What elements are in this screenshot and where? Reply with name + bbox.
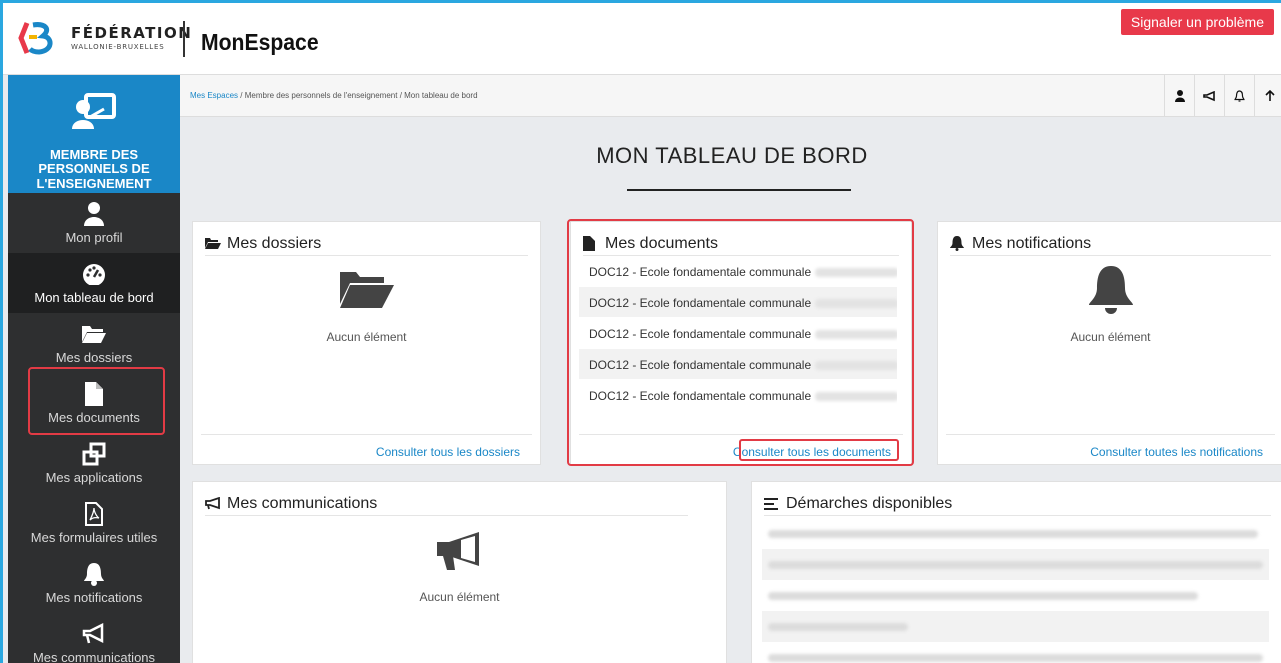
documents-link-highlight bbox=[739, 439, 899, 461]
app-window: FÉDÉRATION WALLONIE-BRUXELLES MonEspace … bbox=[0, 0, 1281, 663]
demarche-row[interactable] bbox=[762, 611, 1269, 642]
sidebar-item-tableau-de-bord[interactable]: Mon tableau de bord bbox=[8, 253, 180, 313]
applications-icon bbox=[82, 442, 106, 466]
title-underline bbox=[627, 189, 851, 191]
card-title: Démarches disponibles bbox=[786, 494, 953, 512]
sidebar-item-label: Mes communications bbox=[32, 650, 156, 663]
sidebar-item-applications[interactable]: Mes applications bbox=[8, 433, 180, 493]
empty-state-icon-wrap bbox=[193, 530, 726, 572]
bell-icon bbox=[1088, 266, 1133, 314]
card-footer-link[interactable]: Consulter toutes les notifications bbox=[946, 434, 1275, 464]
profile-button[interactable] bbox=[1164, 75, 1194, 117]
card-title: Mes communications bbox=[227, 494, 378, 512]
logo-line2: WALLONIE-BRUXELLES bbox=[71, 42, 165, 51]
list-icon bbox=[764, 497, 778, 510]
user-icon bbox=[84, 202, 104, 226]
card-header: Démarches disponibles bbox=[764, 492, 1271, 516]
megaphone-icon bbox=[82, 623, 104, 644]
page-title: MON TABLEAU DE BORD bbox=[596, 143, 868, 168]
sidebar-item-label: Mes notifications bbox=[45, 590, 143, 605]
logo-divider bbox=[183, 21, 185, 57]
blurred-text bbox=[768, 530, 1258, 538]
empty-state-text: Aucun élément bbox=[419, 590, 500, 604]
card-header: Mes notifications bbox=[950, 232, 1271, 256]
user-icon bbox=[1174, 90, 1185, 102]
teacher-board-icon bbox=[72, 93, 116, 129]
report-problem-button[interactable]: Signaler un problème bbox=[1120, 9, 1274, 35]
sidebar-item-label: Mes formulaires utiles bbox=[30, 530, 158, 545]
megaphone-icon bbox=[205, 497, 220, 510]
demarche-row[interactable] bbox=[762, 642, 1269, 663]
fwb-logo-icon bbox=[18, 22, 53, 55]
breadcrumb-bar: Mes Espaces / Membre des personnels de l… bbox=[180, 75, 1281, 117]
blurred-text bbox=[768, 592, 1198, 600]
sidebar-item-label: Mes dossiers bbox=[55, 350, 133, 365]
empty-state-text: Aucun élément bbox=[326, 330, 407, 344]
logo-line1: FÉDÉRATION bbox=[71, 23, 193, 42]
breadcrumb-item[interactable]: Membre des personnels de l'enseignement bbox=[245, 91, 398, 100]
breadcrumb-item: Mon tableau de bord bbox=[404, 91, 478, 100]
header: FÉDÉRATION WALLONIE-BRUXELLES MonEspace … bbox=[3, 3, 1281, 75]
app-title: MonEspace bbox=[201, 29, 319, 55]
top-icon-bar bbox=[1164, 75, 1281, 117]
sidebar-item-label: Mes applications bbox=[45, 470, 143, 485]
sidebar-role-label: MEMBRE DES PERSONNELS DE L'ENSEIGNEMENT bbox=[36, 147, 152, 191]
documents-card-highlight bbox=[567, 219, 914, 466]
communications-button[interactable] bbox=[1194, 75, 1224, 117]
card-title: Mes notifications bbox=[972, 234, 1092, 252]
card-mes-dossiers: Mes dossiers Aucun élément Consulter tou… bbox=[192, 221, 541, 465]
folder-open-icon bbox=[339, 272, 394, 308]
card-footer-link[interactable]: Consulter tous les dossiers bbox=[201, 434, 532, 464]
blurred-text bbox=[768, 561, 1263, 569]
card-header: Mes communications bbox=[205, 492, 688, 516]
card-header: Mes dossiers bbox=[205, 232, 528, 256]
megaphone-icon bbox=[436, 532, 479, 570]
card-title: Mes dossiers bbox=[227, 234, 322, 252]
demarche-row[interactable] bbox=[762, 518, 1269, 549]
demarche-row[interactable] bbox=[762, 549, 1269, 580]
sidebar-documents-highlight bbox=[28, 367, 165, 435]
bell-icon bbox=[950, 236, 964, 251]
megaphone-icon bbox=[1203, 90, 1215, 101]
breadcrumb: Mes Espaces / Membre des personnels de l… bbox=[190, 91, 478, 100]
blurred-text bbox=[768, 623, 908, 631]
notifications-button[interactable] bbox=[1224, 75, 1254, 117]
folder-open-icon bbox=[205, 238, 221, 249]
logo[interactable]: FÉDÉRATION WALLONIE-BRUXELLES bbox=[17, 21, 192, 55]
empty-state-icon-wrap bbox=[938, 264, 1281, 316]
empty-state-text: Aucun élément bbox=[1070, 330, 1151, 344]
pdf-icon bbox=[85, 502, 103, 526]
arrow-up-icon bbox=[1264, 90, 1275, 101]
sidebar-item-communications[interactable]: Mes communications bbox=[8, 613, 180, 663]
empty-state-icon-wrap bbox=[193, 270, 540, 310]
sidebar-item-notifications[interactable]: Mes notifications bbox=[8, 553, 180, 613]
sidebar-item-dossiers[interactable]: Mes dossiers bbox=[8, 313, 180, 373]
main-content: Mes Espaces / Membre des personnels de l… bbox=[180, 75, 1281, 663]
card-mes-notifications: Mes notifications Aucun élément Consulte… bbox=[937, 221, 1281, 465]
upload-button[interactable] bbox=[1254, 75, 1281, 117]
card-mes-communications: Mes communications Aucun élément bbox=[192, 481, 727, 663]
sidebar-role-header: MEMBRE DES PERSONNELS DE L'ENSEIGNEMENT bbox=[8, 75, 180, 193]
dashboard-icon bbox=[83, 264, 105, 285]
bell-icon bbox=[1234, 90, 1245, 102]
sidebar-item-label: Mon tableau de bord bbox=[34, 290, 154, 305]
sidebar-item-label: Mon profil bbox=[65, 230, 123, 245]
demarche-row[interactable] bbox=[762, 580, 1269, 611]
sidebar-item-profil[interactable]: Mon profil bbox=[8, 193, 180, 253]
breadcrumb-item[interactable]: Mes Espaces bbox=[190, 91, 238, 100]
blurred-text bbox=[768, 654, 1263, 662]
bell-icon bbox=[84, 563, 104, 586]
logo-text: FÉDÉRATION WALLONIE-BRUXELLES bbox=[71, 23, 193, 51]
card-demarches-disponibles: Démarches disponibles bbox=[751, 481, 1281, 663]
folder-icon bbox=[82, 326, 106, 343]
sidebar-item-formulaires[interactable]: Mes formulaires utiles bbox=[8, 493, 180, 553]
